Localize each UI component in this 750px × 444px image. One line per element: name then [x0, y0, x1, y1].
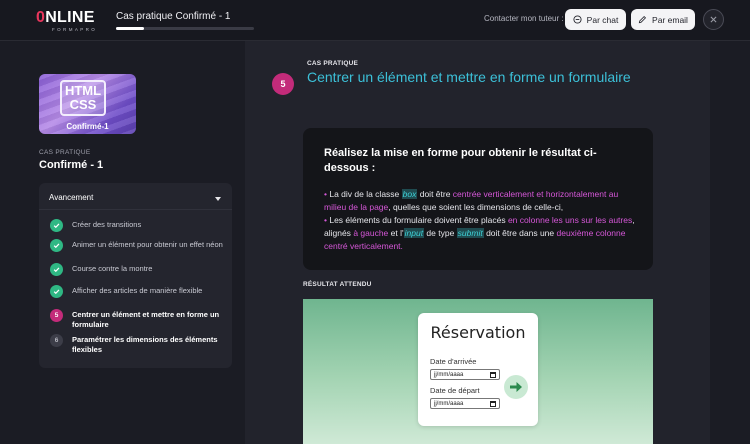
progress-step-label: Créer des transitions: [72, 220, 142, 229]
sidebar-kicker: CAS PRATIQUE: [39, 149, 91, 156]
step-number-badge: 5: [272, 73, 294, 95]
sidebar: HTML CSS Confirmé-1 CAS PRATIQUE Confirm…: [0, 41, 245, 444]
right-gutter: [710, 41, 750, 444]
calendar-icon[interactable]: [490, 371, 496, 378]
logo-subtext: FORMAPRO: [52, 27, 98, 32]
chat-button-label: Par chat: [586, 14, 619, 25]
reservation-form: Date d'arrivée jj/mm/aaaa Date de départ…: [430, 357, 505, 415]
reservation-title: Réservation: [430, 323, 526, 342]
thumbnail-css-text: CSS: [69, 97, 97, 112]
check-icon: [50, 219, 63, 232]
step-number: 5: [50, 309, 63, 322]
top-bar: 0NLINE FORMAPRO Cas pratique Confirmé - …: [0, 0, 750, 41]
check-icon: [50, 263, 63, 276]
arrival-date-placeholder: jj/mm/aaaa: [434, 371, 464, 378]
progress-step-label: Afficher des articles de manière flexibl…: [72, 286, 203, 295]
close-icon: [710, 16, 717, 23]
email-button[interactable]: Par email: [631, 9, 695, 30]
departure-label: Date de départ: [430, 386, 480, 395]
chat-icon: [573, 15, 582, 24]
contact-tutor-label: Contacter mon tuteur :: [484, 14, 564, 23]
divider: [39, 209, 232, 210]
submit-arrow-button[interactable]: [504, 375, 528, 399]
thumbnail-level: Confirmé-1: [66, 122, 109, 131]
expected-result-label: RÉSULTAT ATTENDU: [303, 281, 372, 288]
pencil-icon: [638, 15, 647, 24]
departure-date-input[interactable]: jj/mm/aaaa: [430, 398, 500, 409]
thumbnail-html-text: HTML: [64, 83, 102, 98]
sidebar-title: Confirmé - 1: [39, 159, 104, 171]
page-title: Centrer un élément et mettre en forme un…: [307, 69, 631, 85]
email-button-label: Par email: [652, 14, 688, 25]
check-icon: [50, 239, 63, 252]
html-css-badge: HTML CSS: [60, 80, 106, 116]
instructions-heading: Réalisez la mise en forme pour obtenir l…: [324, 147, 597, 174]
expected-result-preview: Réservation Date d'arrivée jj/mm/aaaa Da…: [303, 299, 653, 444]
progress-panel-title: Avancement: [49, 193, 94, 202]
logo[interactable]: 0NLINE FORMAPRO: [36, 9, 98, 33]
caret-down-icon[interactable]: [215, 197, 221, 201]
instructions-body: • La div de la classe box doit être cent…: [324, 188, 642, 253]
close-button[interactable]: [703, 9, 724, 30]
progress-panel: Avancement Créer des transitions Animer u…: [39, 183, 232, 368]
arrival-date-input[interactable]: jj/mm/aaaa: [430, 369, 500, 380]
course-progress-fill: [116, 27, 144, 30]
course-progress-bar: [116, 27, 254, 30]
logo-text: 0NLINE: [36, 9, 95, 26]
chat-button[interactable]: Par chat: [565, 9, 626, 30]
step-number: 6: [50, 334, 63, 347]
instruction-item: • Les éléments du formulaire doivent êtr…: [324, 215, 635, 251]
instructions-card: Réalisez la mise en forme pour obtenir l…: [303, 128, 653, 270]
course-title: Cas pratique Confirmé - 1: [116, 11, 231, 22]
progress-step-label: Paramétrer les dimensions des éléments f…: [72, 335, 218, 354]
check-icon: [50, 285, 63, 298]
arrival-label: Date d'arrivée: [430, 357, 477, 366]
main-kicker: CAS PRATIQUE: [307, 60, 359, 67]
progress-step-label: Animer un élément pour obtenir un effet …: [72, 240, 223, 249]
main-content: 5 CAS PRATIQUE Centrer un élément et met…: [245, 41, 710, 444]
progress-step-label: Course contre la montre: [72, 264, 153, 273]
arrow-right-icon: [510, 382, 522, 392]
progress-step-label: Centrer un élément et mettre en forme un…: [72, 310, 220, 329]
course-thumbnail: HTML CSS Confirmé-1: [39, 74, 136, 134]
calendar-icon[interactable]: [490, 400, 496, 407]
departure-date-placeholder: jj/mm/aaaa: [434, 400, 464, 407]
reservation-box: Réservation Date d'arrivée jj/mm/aaaa Da…: [418, 313, 538, 426]
instruction-item: • La div de la classe box doit être cent…: [324, 189, 619, 212]
